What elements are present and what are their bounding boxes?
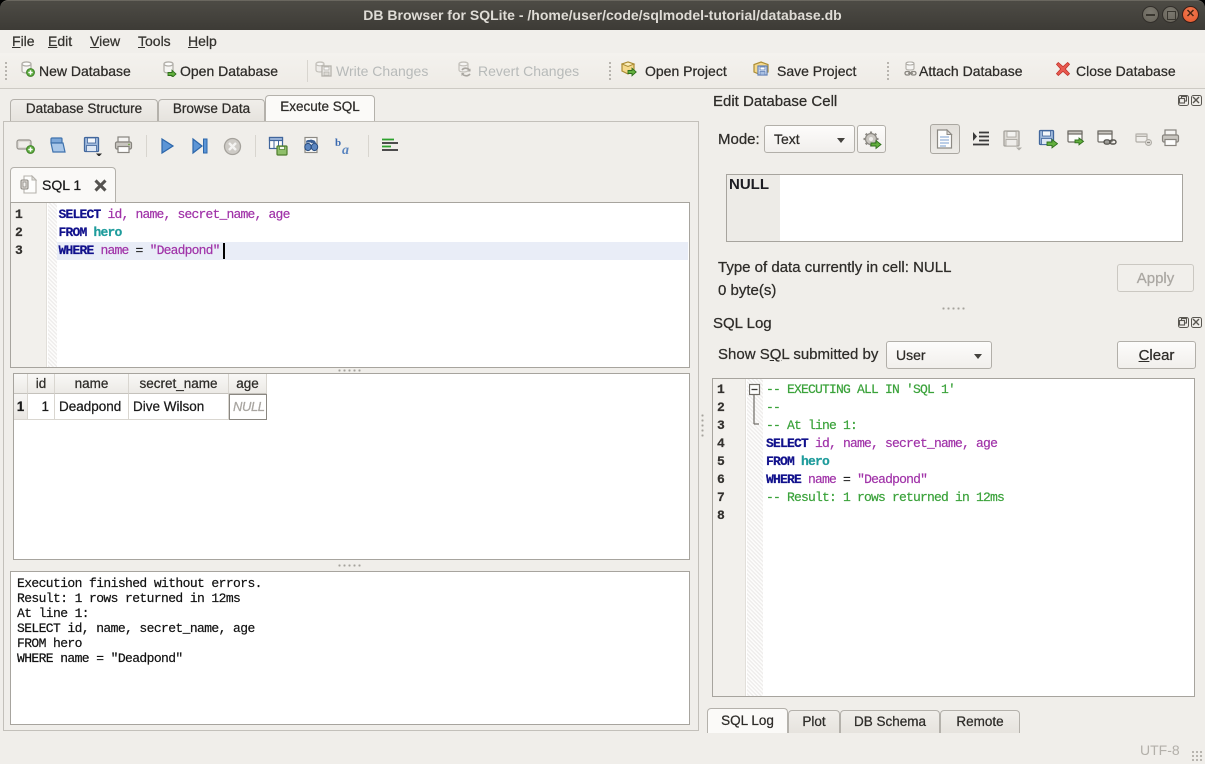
- svg-text:a: a: [342, 143, 349, 156]
- svg-text:b: b: [335, 137, 341, 149]
